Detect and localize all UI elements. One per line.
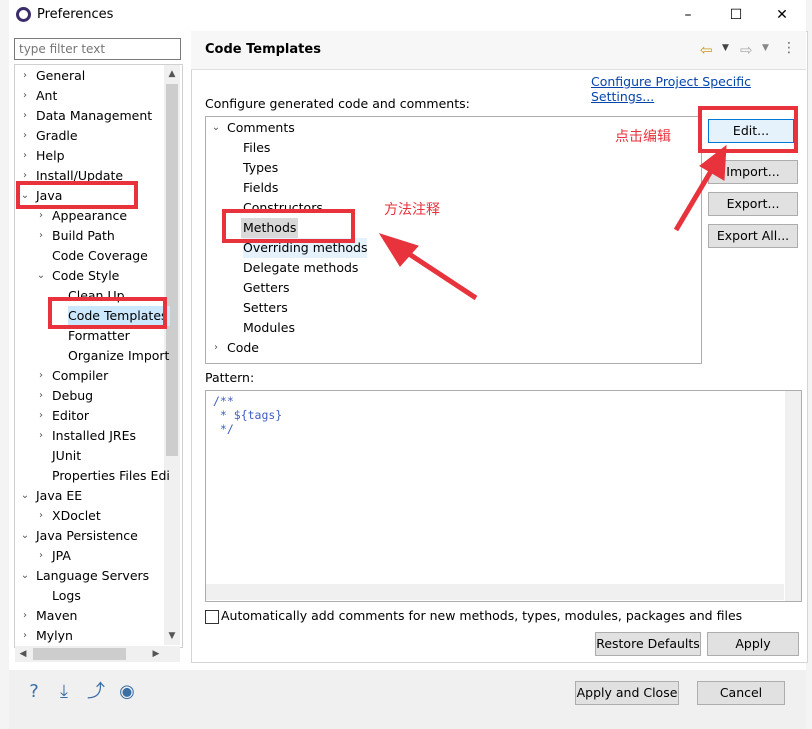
annotation-arrows [378, 144, 727, 301]
arrow-to-edit [673, 144, 727, 232]
arrow-to-methods [378, 233, 478, 301]
